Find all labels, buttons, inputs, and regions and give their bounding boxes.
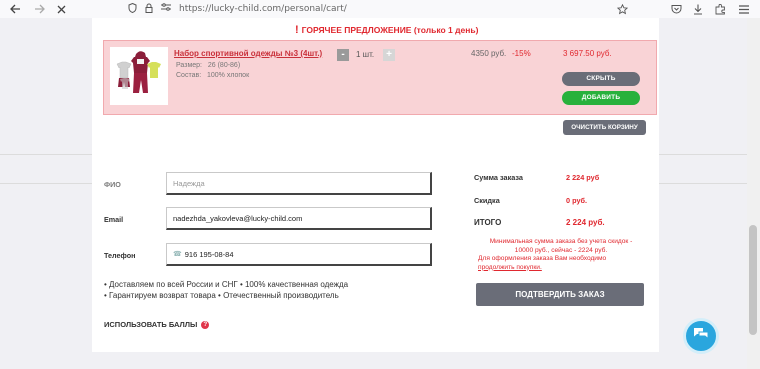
total-label: ИТОГО — [474, 218, 502, 227]
hot-offer-title-text: ГОРЯЧЕЕ ПРЕДЛОЖЕНИЕ (только 1 день) — [301, 25, 479, 35]
use-points-toggle[interactable]: ИСПОЛЬЗОВАТЬ БАЛЛЫ? — [104, 320, 210, 329]
product-name-link[interactable]: Набор спортивной одежды №3 (4шт.) — [174, 49, 322, 58]
shield-icon[interactable] — [128, 2, 137, 16]
product-composition: Состав: 100% хлопок — [176, 72, 249, 79]
phone-input-value: 916 195-08-84 — [184, 249, 234, 259]
new-price: 3 697.50 руб. — [563, 49, 612, 58]
page-footer-strip — [0, 352, 760, 369]
min-note-line-1: Минимальная сумма заказа без учета скидо… — [489, 238, 633, 245]
discount-value: 0 руб. — [566, 196, 588, 205]
email-input[interactable]: nadezhda_yakovleva@lucky-child.com — [166, 207, 432, 230]
total-value: 2 224 руб. — [566, 218, 605, 227]
qty-decrease-button[interactable]: - — [337, 49, 349, 61]
scrollbar-thumb[interactable] — [749, 225, 757, 335]
discount-percent: -15% — [512, 49, 531, 58]
phone-input[interactable]: ☎ 916 195-08-84 — [166, 243, 432, 266]
browser-toolbar: https://lucky-child.com/personal/cart/ — [0, 0, 760, 18]
section-divider-right — [659, 183, 747, 184]
min-note-line-2: 10000 руб., сейчас - 2224 руб. — [514, 246, 608, 254]
phone-label: Телефон — [104, 251, 136, 260]
url-text[interactable]: https://lucky-child.com/personal/cart/ — [179, 4, 347, 14]
product-size: Размер: 26 (80-86) — [176, 62, 240, 69]
extensions-icon[interactable] — [711, 0, 729, 18]
confirm-order-button[interactable]: ПОДТВЕРДИТЬ ЗАКАЗ — [476, 283, 644, 306]
min-note-line-3: Для оформления заказа Вам необходимо — [478, 255, 607, 262]
hide-offer-button[interactable]: СКРЫТЬ — [562, 72, 640, 86]
minimum-order-note: Минимальная сумма заказа без учета скидо… — [477, 238, 645, 272]
section-divider-left — [0, 183, 92, 184]
stop-icon[interactable] — [52, 0, 70, 18]
chat-button[interactable] — [683, 318, 719, 354]
continue-shopping-link[interactable]: продолжить покупки. — [478, 264, 542, 271]
product-size-value: 26 (80-86) — [207, 62, 241, 69]
order-sum-value: 2 224 руб — [566, 173, 600, 182]
menu-icon[interactable] — [735, 0, 753, 18]
quantity-value: 1 шт. — [356, 50, 375, 59]
fio-label: ФИО — [104, 180, 121, 189]
features-line-2: • Гарантируем возврат товара • Отечестве… — [104, 291, 339, 300]
phone-country-flag-icon[interactable]: ☎ — [173, 250, 182, 258]
use-points-label[interactable]: ИСПОЛЬЗОВАТЬ БАЛЛЫ — [104, 320, 197, 329]
old-price: 4350 руб. — [471, 49, 507, 58]
pocket-icon[interactable] — [667, 0, 685, 18]
features-line-1: • Доставляем по всей России и СНГ • 100%… — [104, 280, 349, 289]
fio-input[interactable]: Надежда — [166, 172, 432, 195]
lock-icon[interactable] — [145, 3, 153, 16]
bookmark-star-icon[interactable] — [613, 0, 631, 18]
product-size-label: Размер: — [176, 62, 203, 69]
product-image[interactable] — [110, 47, 168, 105]
permissions-icon[interactable] — [161, 3, 171, 15]
downloads-icon[interactable] — [689, 0, 707, 18]
address-bar[interactable]: https://lucky-child.com/personal/cart/ — [128, 1, 636, 17]
qty-increase-button[interactable]: + — [383, 49, 395, 61]
clear-cart-button[interactable]: ОЧИСТИТЬ КОРЗИНУ — [563, 120, 646, 135]
product-composition-value: 100% хлопок — [206, 72, 250, 79]
forward-arrow-icon[interactable] — [30, 0, 48, 18]
order-sum-label: Сумма заказа — [474, 173, 523, 182]
product-composition-label: Состав: — [176, 72, 202, 79]
discount-label: Скидка — [474, 196, 500, 205]
back-arrow-icon[interactable] — [6, 0, 24, 18]
help-icon[interactable]: ? — [201, 320, 210, 329]
add-offer-button[interactable]: ДОБАВИТЬ — [562, 91, 640, 105]
hot-offer-title: ! ГОРЯЧЕЕ ПРЕДЛОЖЕНИЕ (только 1 день) — [295, 24, 478, 36]
email-label: Email — [104, 215, 124, 224]
hot-offer-exclamation: ! — [295, 24, 299, 36]
chat-bubble-icon — [693, 327, 709, 346]
